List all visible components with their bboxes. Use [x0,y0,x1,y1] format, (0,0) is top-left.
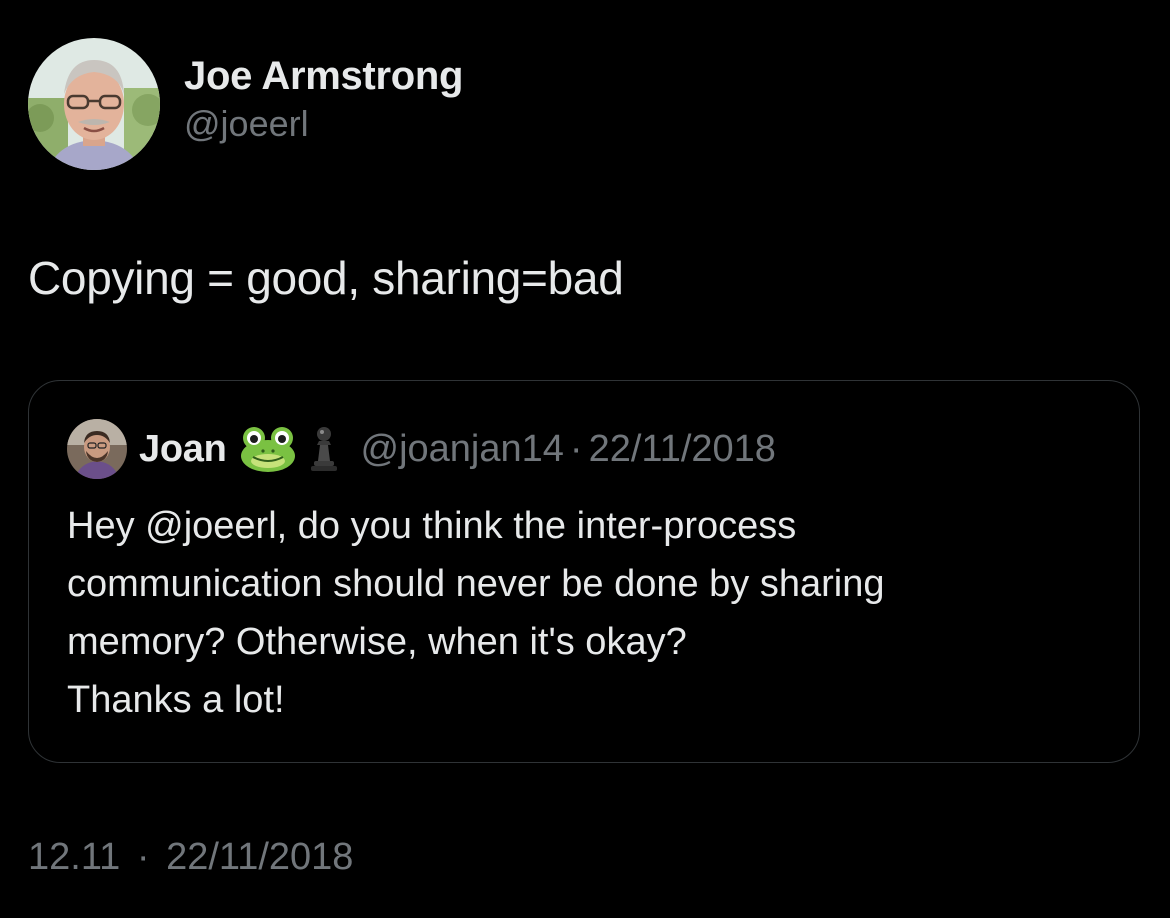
quoted-text-line: communication should never be done by sh… [67,563,885,605]
quoted-display-name[interactable]: Joan [139,428,227,471]
tweet-time: 12.11 [28,836,121,878]
author-display-name[interactable]: Joe Armstrong [184,51,463,101]
quoted-text-line: Hey @joeerl, do you think the inter-proc… [67,505,797,547]
quoted-text-line: memory? Otherwise, when it's okay? [67,621,687,663]
quoted-handle[interactable]: @joanjan14 [361,428,564,471]
quoted-tweet-card[interactable]: Joan @joanjan14 · 22/11/2018 Hey @joeerl… [28,380,1140,763]
tweet-text: Copying = good, sharing=bad [28,252,624,304]
quoted-avatar[interactable] [67,419,127,479]
frog-emoji-icon [239,425,297,473]
avatar-photo [28,38,160,170]
author-handle[interactable]: @joeerl [184,101,463,147]
tweet-date: 22/11/2018 [166,836,354,878]
tweet-author[interactable]: Joe Armstrong @joeerl [28,38,463,170]
tweet-timestamp[interactable]: 12.11 · 22/11/2018 [28,836,353,879]
separator-dot: · [569,427,583,470]
avatar[interactable] [28,38,160,170]
quoted-tweet-header: Joan @joanjan14 · 22/11/2018 [67,419,776,479]
quoted-date[interactable]: 22/11/2018 [589,428,776,471]
quoted-text-line: Thanks a lot! [67,679,285,721]
separator-dot: · [136,836,150,878]
quoted-avatar-photo [67,419,127,479]
quoted-tweet-text: Hey @joeerl, do you think the inter-proc… [67,497,1107,729]
chess-pawn-emoji-icon [309,425,339,473]
